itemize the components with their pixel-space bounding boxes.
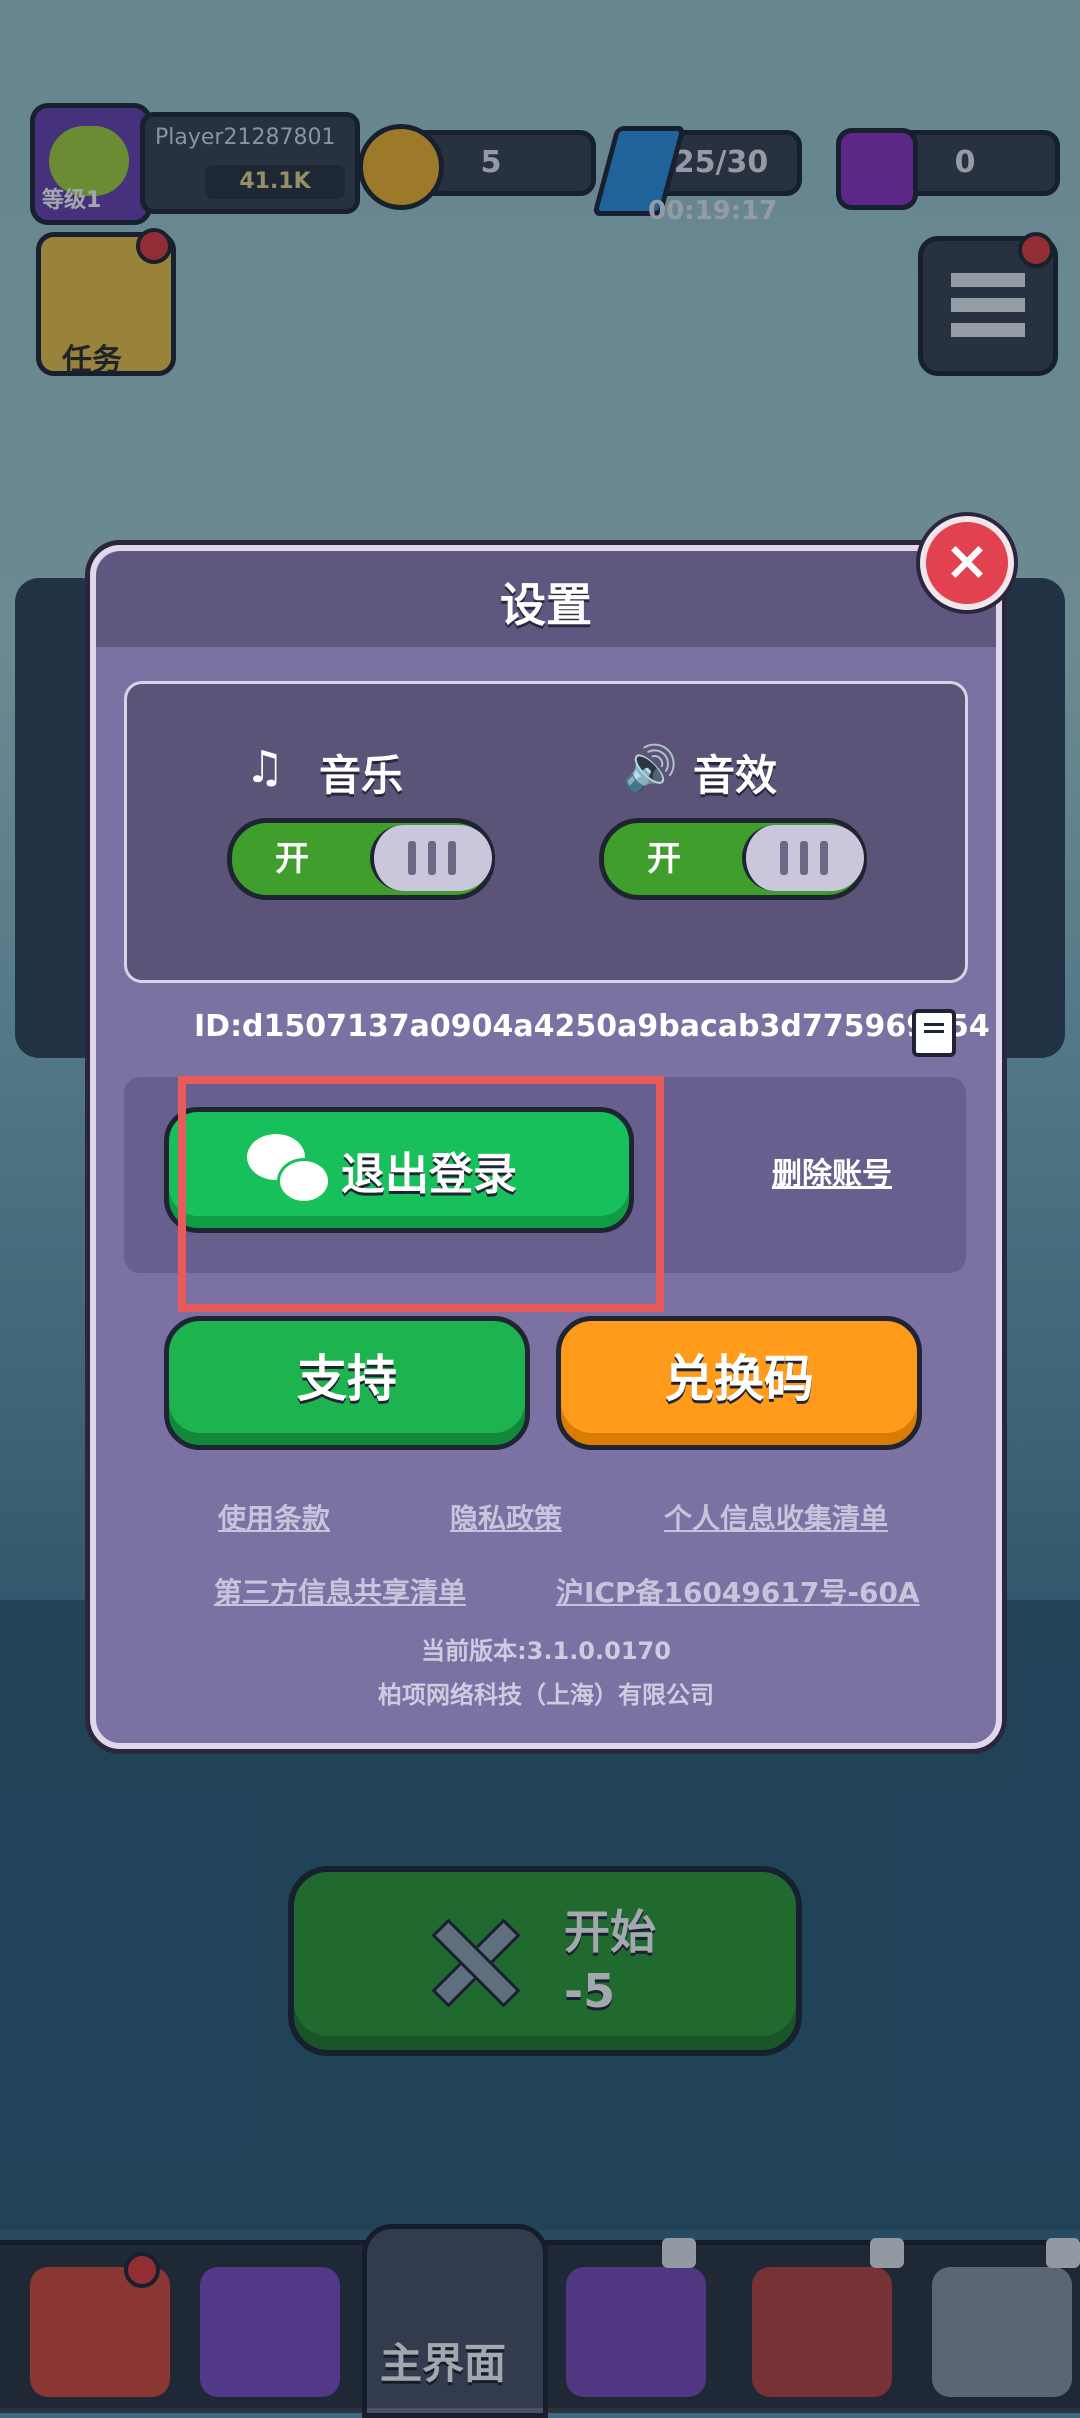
support-button[interactable]: 支持: [164, 1316, 530, 1450]
redeem-code-button[interactable]: 兑换码: [556, 1316, 922, 1450]
sfx-label: 音效: [693, 751, 778, 800]
sfx-toggle-state: 开: [647, 839, 681, 879]
personal-info-link[interactable]: 个人信息收集清单: [664, 1497, 888, 1537]
highlight-box: [178, 1076, 664, 1312]
dialog-title: 设置: [500, 578, 592, 632]
music-note-icon: ♫: [245, 742, 285, 793]
music-toggle-state: 开: [275, 839, 309, 879]
company-text: 柏项网络科技（上海）有限公司: [378, 1681, 714, 1709]
audio-settings-box: ♫ 音乐 🔊 音效 开 开: [124, 681, 968, 983]
sfx-toggle[interactable]: 开: [599, 818, 867, 900]
terms-link[interactable]: 使用条款: [218, 1497, 330, 1537]
speaker-icon: 🔊: [623, 743, 678, 794]
account-id: ID:d1507137a0904a4250a9bacab3d775969554: [194, 1009, 990, 1044]
music-toggle[interactable]: 开: [227, 818, 495, 900]
copy-id-icon[interactable]: [912, 1009, 956, 1057]
close-button[interactable]: ×: [920, 516, 1014, 610]
music-toggle-knob: [370, 825, 492, 891]
privacy-link[interactable]: 隐私政策: [450, 1497, 562, 1537]
sfx-toggle-knob: [742, 825, 864, 891]
icp-link[interactable]: 沪ICP备16049617号-60A: [556, 1571, 920, 1611]
settings-dialog: 设置 ♫ 音乐 🔊 音效 开 开 ID:d1507137a0904a4250a9…: [90, 545, 1002, 1749]
music-label: 音乐: [319, 751, 404, 800]
version-text: 当前版本:3.1.0.0170: [421, 1637, 671, 1665]
close-icon: ×: [944, 529, 990, 592]
delete-account-link[interactable]: 删除账号: [772, 1149, 892, 1193]
third-party-link[interactable]: 第三方信息共享清单: [214, 1571, 466, 1611]
